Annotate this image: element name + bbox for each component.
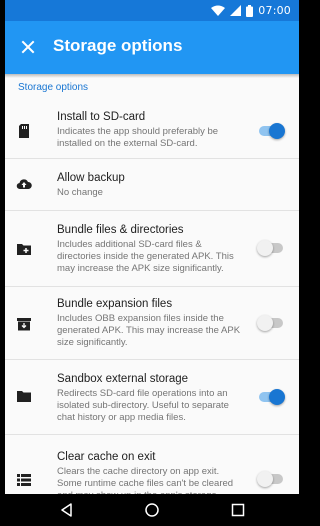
close-icon[interactable] — [19, 38, 37, 56]
add-folder-icon — [17, 244, 31, 255]
setting-description: Redirects SD-card file operations into a… — [57, 388, 229, 423]
setting-title: Allow backup — [57, 172, 125, 184]
phone-screen: 07:00 Storage options Storage options In… — [5, 0, 299, 526]
toggle-knob — [257, 240, 273, 256]
setting-title: Clear cache on exit — [57, 451, 156, 463]
back-icon[interactable] — [59, 502, 75, 518]
setting-allow-backup[interactable]: Allow backup No change — [5, 159, 299, 209]
clear-cache-toggle[interactable] — [257, 470, 285, 488]
battery-icon — [246, 4, 254, 17]
recents-icon[interactable] — [230, 502, 246, 518]
setting-clear-cache-on-exit[interactable]: Clear cache on exit Clears the cache dir… — [5, 435, 299, 494]
page-title: Storage options — [53, 36, 183, 55]
section-header: Storage options — [18, 82, 89, 93]
sandbox-storage-toggle[interactable] — [257, 388, 285, 406]
toggle-knob — [257, 471, 273, 487]
settings-list: Storage options Install to SD-card Indic… — [5, 74, 299, 494]
setting-title: Bundle expansion files — [57, 298, 173, 310]
status-time: 07:00 — [258, 4, 291, 17]
status-icons: 07:00 — [211, 3, 291, 18]
toggle-knob — [269, 123, 285, 139]
sd-card-icon — [19, 124, 29, 138]
setting-sandbox-external-storage[interactable]: Sandbox external storage Redirects SD-ca… — [5, 360, 299, 430]
setting-description: Includes OBB expansion files inside the … — [57, 313, 241, 348]
setting-title: Bundle files & directories — [57, 224, 184, 236]
setting-description: No change — [57, 187, 103, 198]
wifi-icon — [211, 5, 226, 16]
app-bar: Storage options — [5, 21, 299, 74]
status-bar: 07:00 — [5, 0, 299, 21]
setting-install-to-sd-card[interactable]: Install to SD-card Indicates the app sho… — [5, 104, 299, 154]
navigation-bar — [5, 494, 299, 526]
toggle-knob — [257, 315, 273, 331]
signal-icon — [230, 5, 242, 16]
list-icon — [17, 474, 31, 486]
folder-icon — [17, 391, 31, 402]
app-bar-shadow — [5, 74, 299, 78]
setting-description: Clears the cache directory on app exit. … — [57, 466, 234, 494]
bundle-files-toggle[interactable] — [257, 239, 285, 257]
archive-icon — [17, 318, 31, 331]
setting-description: Indicates the app should preferably be i… — [57, 126, 219, 149]
setting-description: Includes additional SD-card files & dire… — [57, 239, 234, 274]
cloud-upload-icon — [16, 179, 32, 190]
bundle-expansion-toggle[interactable] — [257, 314, 285, 332]
toggle-knob — [269, 389, 285, 405]
install-to-sd-card-toggle[interactable] — [257, 122, 285, 140]
setting-bundle-expansion-files[interactable]: Bundle expansion files Includes OBB expa… — [5, 287, 299, 357]
home-icon[interactable] — [144, 502, 160, 518]
setting-title: Install to SD-card — [57, 111, 146, 123]
setting-title: Sandbox external storage — [57, 373, 189, 385]
setting-bundle-files-and-directories[interactable]: Bundle files & directories Includes addi… — [5, 211, 299, 281]
